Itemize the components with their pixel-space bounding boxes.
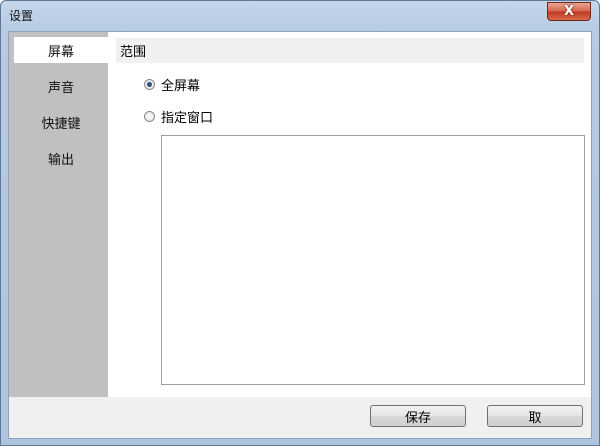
section-header: 范围 bbox=[116, 38, 584, 63]
sidebar-item-screen[interactable]: 屏幕 bbox=[14, 37, 108, 63]
title-bar[interactable]: 设置 X bbox=[1, 1, 599, 31]
radio-label: 指定窗口 bbox=[161, 110, 214, 126]
radio-label: 全屏幕 bbox=[161, 78, 201, 94]
sidebar-item-label: 输出 bbox=[47, 152, 74, 168]
content-panel: 范围 全屏幕 指定窗口 bbox=[108, 32, 591, 397]
cancel-button[interactable]: 取 bbox=[487, 405, 583, 427]
save-button[interactable]: 保存 bbox=[370, 405, 466, 427]
sidebar-item-hotkeys[interactable]: 快捷键 bbox=[14, 109, 108, 135]
client-area: 屏幕 声音 快捷键 输出 范围 全屏幕 指定窗口 保存 取 bbox=[8, 31, 592, 439]
sidebar-item-label: 屏幕 bbox=[47, 44, 74, 60]
sidebar-item-sound[interactable]: 声音 bbox=[14, 73, 108, 99]
window-title: 设置 bbox=[9, 9, 34, 23]
sidebar-item-output[interactable]: 输出 bbox=[14, 145, 108, 171]
radio-icon[interactable] bbox=[144, 78, 155, 90]
sidebar: 屏幕 声音 快捷键 输出 bbox=[9, 32, 108, 397]
cancel-button-label: 取 bbox=[528, 410, 542, 426]
window-list[interactable] bbox=[161, 135, 585, 385]
settings-window: 设置 X 屏幕 声音 快捷键 输出 范围 全屏幕 指定窗口 保存 取 bbox=[0, 0, 600, 446]
radio-specific-window[interactable]: 指定窗口 bbox=[144, 107, 214, 126]
sidebar-item-label: 快捷键 bbox=[41, 116, 81, 132]
radio-fullscreen[interactable]: 全屏幕 bbox=[144, 75, 201, 94]
close-button[interactable]: X bbox=[547, 2, 591, 21]
close-icon: X bbox=[563, 4, 575, 19]
footer-bar: 保存 取 bbox=[9, 397, 591, 438]
radio-icon[interactable] bbox=[144, 110, 155, 122]
save-button-label: 保存 bbox=[404, 410, 431, 426]
section-title: 范围 bbox=[120, 45, 147, 60]
sidebar-item-label: 声音 bbox=[47, 80, 74, 96]
